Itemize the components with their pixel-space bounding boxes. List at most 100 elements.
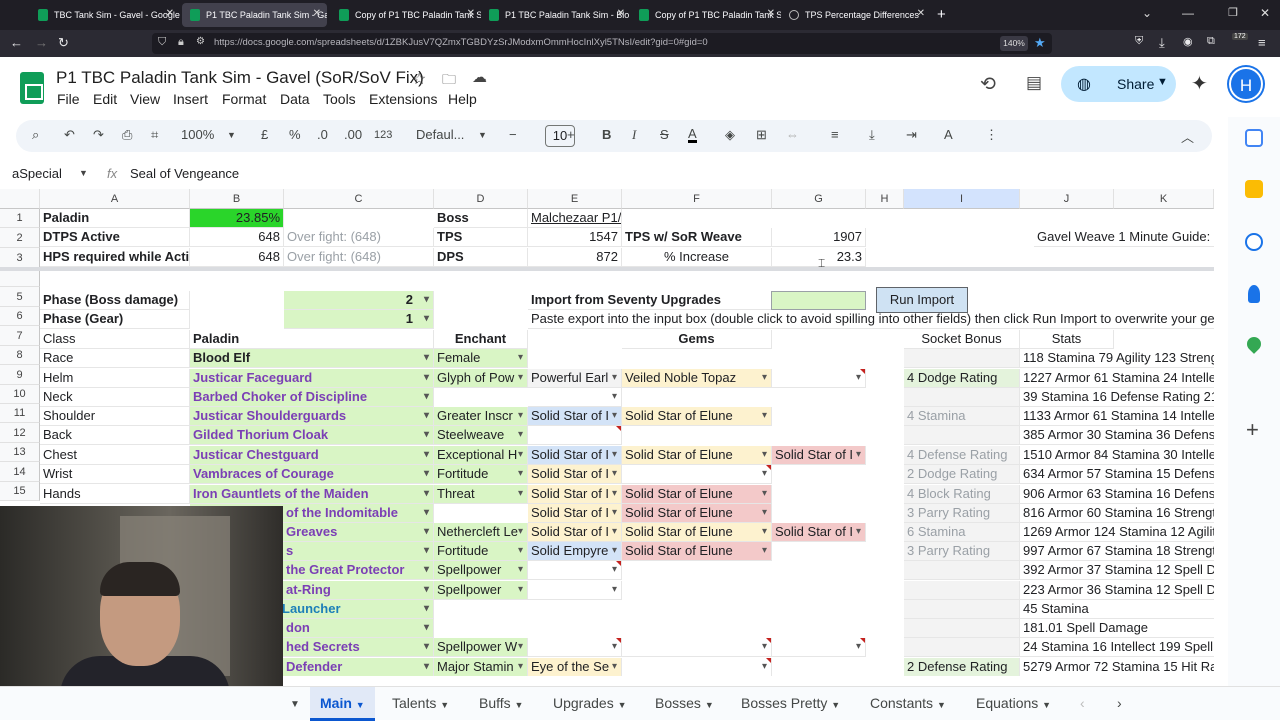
move-folder-icon[interactable]: 🗀︎ — [442, 69, 456, 93]
tab-bosses[interactable]: Bosses ▼ — [655, 695, 714, 711]
legs-gem2-select[interactable]: Solid Star of Elune — [622, 523, 772, 542]
cell-j20[interactable]: 223 Armor 36 Stamina 12 Spell Da — [1020, 581, 1214, 600]
row-header[interactable]: 10 — [0, 385, 40, 404]
cell-j18[interactable]: 997 Armor 67 Stamina 18 Strength — [1020, 542, 1214, 561]
tab-main[interactable]: Main ▼ — [310, 687, 375, 721]
tab-bosses-pretty[interactable]: Bosses Pretty ▼ — [741, 695, 840, 711]
menu-format[interactable]: Format — [222, 91, 266, 107]
cell-j2-guide-link[interactable]: Gavel Weave 1 Minute Guide: h — [1034, 228, 1214, 247]
cell-j10[interactable]: 39 Stamina 16 Defense Rating 21 D — [1020, 388, 1214, 407]
currency-format-button[interactable]: £ — [261, 127, 268, 142]
cell-i24[interactable]: 2 Defense Rating — [904, 658, 1020, 676]
row-header[interactable]: 3 — [0, 248, 40, 268]
row-header[interactable]: 12 — [0, 423, 40, 443]
share-button[interactable]: ◍ Share ▼ — [1061, 66, 1176, 102]
wrist-gem2-select[interactable] — [622, 465, 772, 484]
close-tab-icon[interactable]: ✕ — [617, 8, 625, 19]
weapon-gem2-select[interactable] — [622, 638, 772, 657]
percent-format-button[interactable]: % — [289, 127, 301, 142]
menu-view[interactable]: View — [130, 91, 160, 107]
row-header[interactable]: 5 — [0, 287, 40, 307]
chevron-down-icon[interactable]: ⌄ — [1142, 6, 1152, 20]
close-tab-icon[interactable]: ✕ — [767, 8, 775, 19]
minimize-icon[interactable]: — — [1182, 6, 1194, 20]
browser-tab[interactable]: P1 TBC Paladin Tank Sim - Blo ✕ — [481, 3, 631, 27]
font-size-increase-button[interactable]: + — [567, 127, 575, 142]
cell-i18[interactable]: 3 Parry Rating — [904, 542, 1020, 561]
hands-gem1-select[interactable]: Solid Star of I — [528, 485, 622, 504]
maps-icon[interactable] — [1244, 334, 1264, 354]
tab-dropdown-icon[interactable]: ▼ — [290, 699, 300, 710]
new-tab-button[interactable]: + — [937, 6, 946, 23]
cell-j16[interactable]: 816 Armor 60 Stamina 16 Strength — [1020, 504, 1214, 523]
keep-icon[interactable] — [1245, 180, 1263, 198]
gemini-sparkle-icon[interactable]: ✦ — [1191, 71, 1208, 96]
cell-j7[interactable]: Stats — [1020, 330, 1114, 349]
row-header[interactable]: 6 — [0, 307, 40, 326]
browser-tab[interactable]: TBC Tank Sim - Gavel - Google ✕ — [30, 3, 180, 27]
close-tab-icon[interactable]: ✕ — [166, 8, 174, 19]
chest-gem2-select[interactable]: Solid Star of Elune — [622, 446, 772, 465]
row-header[interactable]: 2 — [0, 228, 40, 248]
name-box[interactable]: aSpecial — [12, 166, 62, 181]
cell-a7[interactable]: Class — [40, 330, 190, 349]
helm-select[interactable]: Justicar Faceguard — [190, 369, 434, 388]
ring1-gem-select[interactable] — [528, 561, 622, 580]
feet-gem2-select[interactable]: Solid Star of Elune — [622, 542, 772, 561]
font-select[interactable]: Defaul... — [416, 127, 464, 142]
cell-b2[interactable]: 648 — [190, 228, 284, 247]
bold-button[interactable]: B — [602, 127, 611, 142]
cell-a9[interactable]: Helm — [40, 369, 190, 388]
collapse-toolbar-icon[interactable]: ︿ — [1181, 127, 1194, 146]
cell-d2[interactable]: TPS — [434, 228, 528, 247]
download-icon[interactable]: ⤓ — [1159, 35, 1165, 51]
wrist-select[interactable]: Vambraces of Courage — [190, 465, 434, 484]
avatar[interactable]: H — [1229, 67, 1263, 101]
zoom-level-badge[interactable]: 140% — [1000, 36, 1028, 51]
cell-j24[interactable]: 5279 Armor 72 Stamina 15 Hit Rati — [1020, 658, 1214, 676]
cell-a15[interactable]: Hands — [40, 485, 190, 504]
vertical-align-icon[interactable]: ⤓ — [869, 127, 875, 143]
cell-j14[interactable]: 634 Armor 57 Stamina 15 Defense — [1020, 465, 1214, 484]
cell-a13[interactable]: Chest — [40, 446, 190, 465]
legs-gem1-select[interactable]: Solid Star of I — [528, 523, 622, 542]
phase-gear-select[interactable]: 1 — [284, 310, 434, 329]
cell-e3[interactable]: 872 — [528, 248, 622, 267]
add-addon-icon[interactable]: + — [1246, 417, 1259, 443]
gender-select[interactable]: Female — [434, 349, 528, 368]
cell-j9[interactable]: 1227 Armor 61 Stamina 24 Intellect — [1020, 369, 1214, 388]
frozen-rows-divider[interactable] — [0, 267, 1214, 271]
legs-gem3-select[interactable]: Solid Star of I — [772, 523, 866, 542]
column-header[interactable]: A — [40, 189, 190, 209]
cell-d7[interactable]: Enchant — [434, 330, 528, 349]
row-header[interactable]: 15 — [0, 482, 40, 501]
sheets-logo-icon[interactable] — [20, 72, 44, 104]
cell-j21[interactable]: 45 Stamina — [1020, 600, 1214, 619]
import-input-box[interactable] — [771, 291, 866, 310]
menu-icon[interactable]: ≡ — [1258, 35, 1266, 50]
tasks-icon[interactable] — [1245, 233, 1263, 251]
share-dropdown-chevron-icon[interactable]: ▼ — [1157, 76, 1168, 88]
menu-insert[interactable]: Insert — [173, 91, 208, 107]
chevron-down-icon[interactable]: ▼ — [831, 700, 840, 710]
column-header[interactable]: K — [1114, 189, 1214, 209]
menu-edit[interactable]: Edit — [93, 91, 117, 107]
reload-icon[interactable]: ↻ — [58, 35, 69, 51]
star-icon[interactable]: ☆ — [412, 69, 426, 89]
browser-tab-active[interactable]: P1 TBC Paladin Tank Sim - Gave ✕ — [182, 3, 327, 27]
cell-j22[interactable]: 181.01 Spell Damage — [1020, 619, 1214, 638]
strikethrough-button[interactable]: S — [660, 127, 669, 142]
chest-select[interactable]: Justicar Chestguard — [190, 446, 434, 465]
back-icon[interactable]: ← — [10, 35, 23, 50]
extension-badge[interactable]: 172 — [1232, 33, 1248, 40]
hands-select[interactable]: Iron Gauntlets of the Maiden — [190, 485, 434, 504]
cell-j13[interactable]: 1510 Armor 84 Stamina 30 Intellect — [1020, 446, 1214, 465]
shield-gem1-select[interactable]: Eye of the Se — [528, 658, 622, 676]
cell-d3[interactable]: DPS — [434, 248, 528, 267]
menu-extensions[interactable]: Extensions — [369, 91, 437, 107]
fill-color-icon[interactable]: ◈ — [725, 127, 735, 143]
chest-gem1-select[interactable]: Solid Star of I — [528, 446, 622, 465]
cell-c2[interactable]: Over fight: (648) — [284, 228, 434, 247]
chevron-down-icon[interactable]: ▼ — [618, 700, 627, 710]
menu-help[interactable]: Help — [448, 91, 477, 107]
